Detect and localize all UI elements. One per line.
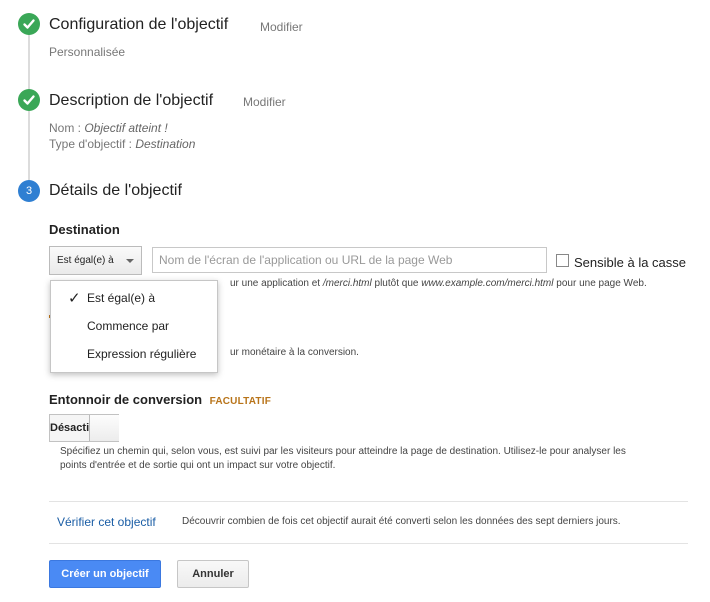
destination-hint: ur une application et /merci.html plutôt… [230, 278, 647, 289]
match-type-select[interactable]: Est égal(e) à [49, 246, 142, 275]
step1-modify-link[interactable]: Modifier [260, 20, 303, 34]
divider [49, 543, 688, 544]
cancel-button[interactable]: Annuler [177, 560, 249, 588]
checkmark-icon [23, 19, 35, 29]
dropdown-option-label: Expression régulière [87, 347, 197, 361]
create-goal-button[interactable]: Créer un objectif [49, 560, 161, 588]
case-sensitive-label: Sensible à la casse [574, 255, 687, 270]
funnel-description: Spécifiez un chemin qui, selon vous, est… [60, 445, 700, 473]
funnel-label: Entonnoir de conversion [49, 392, 203, 407]
check-icon: ✓ [68, 290, 81, 307]
divider [49, 501, 688, 502]
hint-prefix: ur une application et [230, 278, 323, 289]
match-type-selected: Est égal(e) à [57, 255, 114, 266]
toggle-label: Désacti [50, 422, 90, 434]
verify-description: Découvrir combien de fois cet objectif a… [182, 516, 621, 527]
name-label: Nom : [49, 121, 85, 135]
step2-type-line: Type d'objectif : Destination [49, 136, 195, 152]
funnel-toggle[interactable]: Désacti [49, 414, 119, 442]
name-value: Objectif atteint ! [84, 121, 168, 135]
destination-url-input[interactable] [152, 247, 547, 273]
step-complete-icon [18, 89, 40, 111]
dropdown-option-label: Est égal(e) à [87, 291, 156, 305]
value-hint: ur monétaire à la conversion. [230, 347, 359, 358]
destination-label: Destination [49, 222, 120, 237]
hint-mid: plutôt que [371, 278, 422, 289]
checkmark-icon [23, 95, 35, 105]
dropdown-option-regex[interactable]: Expression régulière [51, 341, 217, 367]
toggle-knob [89, 415, 119, 441]
case-sensitive-checkbox[interactable] [556, 254, 569, 267]
type-label: Type d'objectif : [49, 137, 136, 151]
funnel-description-line1: Spécifiez un chemin qui, selon vous, est… [60, 446, 626, 457]
step2-name-line: Nom : Objectif atteint ! [49, 120, 168, 136]
match-type-dropdown: ✓ Est égal(e) à Commence par Expression … [50, 280, 218, 373]
hint-example1: /merci.html [322, 278, 372, 289]
step3-title: Détails de l'objectif [49, 182, 182, 199]
step1-summary: Personnalisée [49, 45, 126, 59]
caret-down-icon [126, 259, 134, 263]
hint-example2: www.example.com/merci.html [421, 278, 554, 289]
hint-suffix: pour une page Web. [553, 278, 647, 289]
step1-title: Configuration de l'objectif [49, 16, 229, 33]
dropdown-option-label: Commence par [87, 319, 170, 333]
dropdown-option-begins-with[interactable]: Commence par [51, 313, 217, 339]
step2-title: Description de l'objectif [49, 92, 214, 109]
optional-tag: FACULTATIF [209, 396, 272, 407]
funnel-heading: Entonnoir de conversion FACULTATIF [49, 391, 271, 409]
step2-modify-link[interactable]: Modifier [243, 95, 286, 109]
dropdown-option-equals[interactable]: ✓ Est égal(e) à [51, 285, 217, 311]
step3-number-badge: 3 [18, 180, 40, 202]
type-value: Destination [135, 137, 196, 151]
verify-goal-link[interactable]: Vérifier cet objectif [57, 515, 156, 529]
funnel-description-line2: points d'entrée et de sortie qui ont un … [60, 460, 336, 471]
step-complete-icon [18, 13, 40, 35]
